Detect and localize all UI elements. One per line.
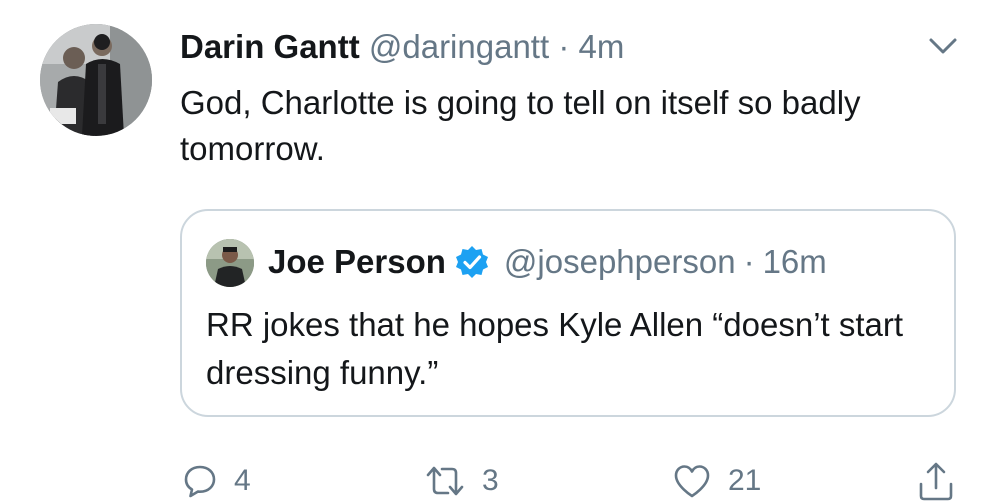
quoted-author-avatar <box>206 239 254 287</box>
quoted-tweet-timestamp[interactable]: 16m <box>763 241 827 283</box>
like-count: 21 <box>728 464 762 497</box>
reply-icon <box>184 465 216 498</box>
quoted-author-display-name[interactable]: Joe Person <box>268 241 446 283</box>
tweet-header: Darin Gantt @daringantt · 4m <box>180 26 624 68</box>
quoted-tweet-text: RR jokes that he hopes Kyle Allen “doesn… <box>206 306 904 391</box>
separator-dot: · <box>558 28 570 65</box>
like-button[interactable]: 21 <box>672 458 761 504</box>
share-icon <box>919 462 953 501</box>
heart-icon <box>674 465 710 498</box>
share-button[interactable] <box>916 458 956 504</box>
author-display-name[interactable]: Darin Gantt <box>180 28 360 65</box>
reply-button[interactable]: 4 <box>182 458 251 504</box>
author-handle[interactable]: @daringantt <box>369 28 549 65</box>
retweet-count: 3 <box>482 464 499 497</box>
retweet-icon <box>426 466 464 496</box>
quoted-tweet-card[interactable]: Joe Person @josephperson · 16m RR jokes … <box>180 209 956 417</box>
verified-badge-icon <box>455 246 488 278</box>
quoted-separator-dot: · <box>743 243 755 280</box>
author-avatar[interactable] <box>40 24 152 136</box>
retweet-button[interactable]: 3 <box>424 458 499 504</box>
chevron-down-icon[interactable] <box>926 34 960 58</box>
tweet-timestamp[interactable]: 4m <box>578 28 624 65</box>
tweet-text: God, Charlotte is going to tell on itsel… <box>180 84 861 167</box>
quoted-tweet-header: Joe Person @josephperson · 16m <box>268 241 827 283</box>
quoted-author-handle[interactable]: @josephperson <box>504 241 736 283</box>
reply-count: 4 <box>234 464 251 497</box>
